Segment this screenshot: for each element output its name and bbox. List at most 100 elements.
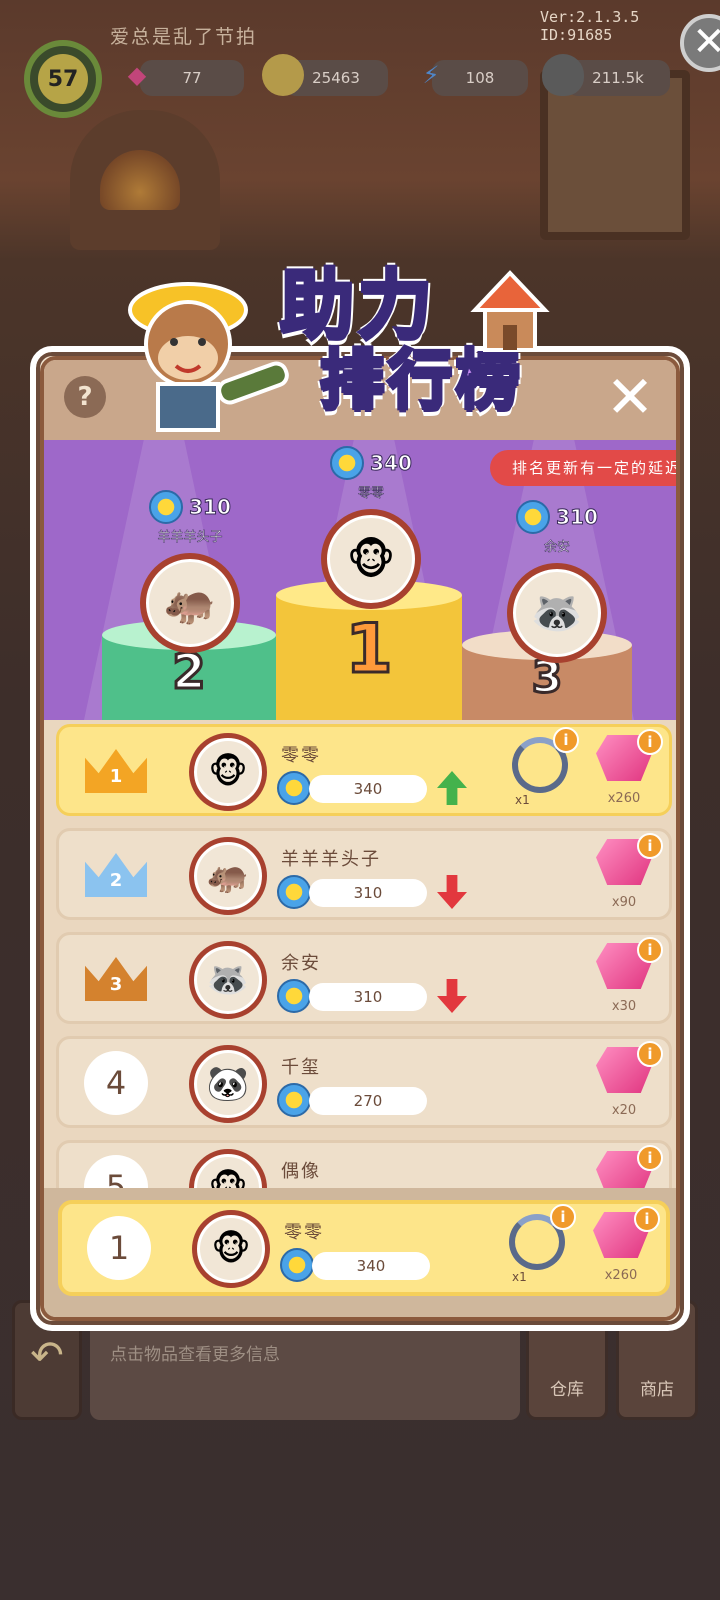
coin-icon — [262, 54, 304, 96]
hippo-avatar-icon: 🦛 — [189, 837, 267, 915]
trend-up-icon — [437, 771, 467, 805]
seed-icon — [542, 54, 584, 96]
player-name: 羊羊羊头子 — [281, 849, 381, 870]
flower-icon — [277, 979, 311, 1013]
flower-icon — [149, 490, 184, 524]
gem-reward[interactable]: x20 i — [589, 1041, 663, 1125]
frame-qty: x1 — [515, 793, 530, 807]
rank-number: 3 — [109, 974, 123, 995]
rank-number: 4 — [84, 1051, 148, 1115]
info-icon[interactable]: i — [550, 1204, 576, 1230]
leaderboard-modal: ? ✕ 排名更新有一定的延迟 2 1 3 310 羊羊羊头子 🦛 340 零零 … — [30, 346, 690, 1331]
player-name: 爱总是乱了节拍 — [110, 26, 258, 48]
player-name: 零零 — [281, 745, 321, 766]
flower-icon — [277, 771, 311, 805]
ranking-row[interactable]: 4 🐼 千玺 270 x20 i — [56, 1036, 672, 1128]
player-name: 千玺 — [281, 1057, 321, 1078]
rank-number: 1 — [109, 766, 123, 787]
gem-reward[interactable]: x260 i — [586, 1206, 660, 1290]
rank-badge: 5 — [83, 1155, 149, 1188]
player-score: 340 — [309, 775, 427, 803]
flower-icon — [277, 875, 311, 909]
winner-name: 羊羊羊头子 — [157, 530, 223, 546]
winner-score: 310 — [189, 495, 232, 520]
ranking-row[interactable]: 1 🐵 零零 340 x1 i x260 i — [56, 724, 672, 816]
flower-icon — [280, 1248, 314, 1282]
shop-label: 商店 — [640, 1380, 674, 1400]
rank-number: 5 — [84, 1155, 148, 1188]
monkey-avatar-icon: 🐵 — [192, 1210, 270, 1288]
delay-notice: 排名更新有一定的延迟 — [489, 450, 676, 486]
raccoon-avatar-icon: 🦝 — [189, 941, 267, 1019]
rank-number: 1 — [87, 1216, 151, 1280]
ranking-row[interactable]: 3 🦝 余安 310 x30 i — [56, 932, 672, 1024]
ranking-row[interactable]: 5 🐵 偶像 i — [56, 1140, 672, 1188]
monkey-avatar-icon: 🐵 — [189, 733, 267, 811]
player-name: 零零 — [284, 1222, 324, 1243]
leaderboard-title: 助力 排行榜 — [278, 245, 580, 435]
podium-winner-second[interactable]: 310 羊羊羊头子 🦛 — [130, 490, 250, 653]
level-badge[interactable]: 57 — [24, 40, 102, 118]
winner-name: 零零 — [357, 486, 385, 502]
flower-icon — [330, 446, 365, 480]
rank-badge: 1 — [86, 1216, 152, 1280]
player-score: 340 — [312, 1252, 430, 1280]
trend-down-icon — [437, 875, 467, 909]
podium-stage: 排名更新有一定的延迟 2 1 3 310 羊羊羊头子 🦛 340 零零 🐵 31… — [44, 440, 676, 720]
gem-qty: x260 — [604, 1268, 638, 1283]
info-icon[interactable]: i — [637, 1145, 663, 1171]
my-rank-row[interactable]: 1 🐵 零零 340 x1 i x260 i — [58, 1200, 670, 1296]
player-score: 310 — [309, 983, 427, 1011]
winner-score: 310 — [556, 505, 599, 530]
gem-reward[interactable]: x30 i — [589, 937, 663, 1021]
gem-reward[interactable]: x90 i — [589, 833, 663, 917]
winner-score: 340 — [370, 451, 413, 476]
player-name: 偶像 — [281, 1161, 321, 1182]
player-score: 310 — [309, 879, 427, 907]
modal-frame: ? ✕ 排名更新有一定的延迟 2 1 3 310 羊羊羊头子 🦛 340 零零 … — [40, 356, 680, 1321]
info-icon[interactable]: i — [634, 1206, 660, 1232]
player-score: 270 — [309, 1087, 427, 1115]
house-icon — [470, 270, 550, 352]
hippo-avatar-icon: 🦛 — [140, 553, 240, 653]
info-hint: 点击物品查看更多信息 — [110, 1345, 280, 1365]
info-icon[interactable]: i — [553, 727, 579, 753]
gem-reward[interactable]: x260 i — [589, 729, 663, 813]
info-icon[interactable]: i — [637, 833, 663, 859]
crown-icon: 3 — [83, 951, 149, 1007]
podium-winner-first[interactable]: 340 零零 🐵 — [306, 446, 436, 609]
frame-qty: x1 — [512, 1270, 527, 1284]
monkey-avatar-icon: 🐵 — [321, 509, 421, 609]
flower-icon — [277, 1083, 311, 1117]
monkey-avatar-icon: 🐵 — [189, 1149, 267, 1188]
modal-close-icon[interactable]: ✕ — [602, 368, 658, 426]
rank-badge: 4 — [83, 1051, 149, 1115]
rank-number: 2 — [109, 870, 123, 891]
ranking-row[interactable]: 2 🦛 羊羊羊头子 310 x90 i — [56, 828, 672, 920]
raccoon-avatar-icon: 🦝 — [507, 563, 607, 663]
flower-icon — [516, 500, 551, 534]
gem-qty: x90 — [611, 895, 637, 910]
frame-reward[interactable]: x1 i — [505, 727, 579, 813]
podium-winner-third[interactable]: 310 余安 🦝 — [492, 500, 622, 663]
my-rank-area: 1 🐵 零零 340 x1 i x260 i — [44, 1188, 676, 1317]
gem-qty: x20 — [611, 1103, 637, 1118]
info-icon[interactable]: i — [637, 937, 663, 963]
gem-qty: x30 — [611, 999, 637, 1014]
warehouse-label: 仓库 — [550, 1380, 584, 1400]
ranking-list[interactable]: 1 🐵 零零 340 x1 i x260 i 2 🦛 羊羊羊头子 310 x90… — [44, 720, 676, 1188]
info-icon[interactable]: i — [637, 729, 663, 755]
gem-reward[interactable]: i — [589, 1145, 663, 1188]
help-icon[interactable]: ? — [64, 376, 106, 418]
level-value: 57 — [38, 54, 88, 104]
podium-rank: 1 — [344, 609, 394, 691]
gem-qty: x260 — [607, 791, 641, 806]
crown-icon: 2 — [83, 847, 149, 903]
frame-reward[interactable]: x1 i — [502, 1204, 576, 1290]
lightning-icon: ⚡ — [422, 61, 440, 89]
player-name: 余安 — [281, 953, 321, 974]
info-icon[interactable]: i — [637, 1041, 663, 1067]
crown-icon: 1 — [83, 743, 149, 799]
trend-down-icon — [437, 979, 467, 1013]
gem-icon: ◆ — [127, 61, 147, 89]
